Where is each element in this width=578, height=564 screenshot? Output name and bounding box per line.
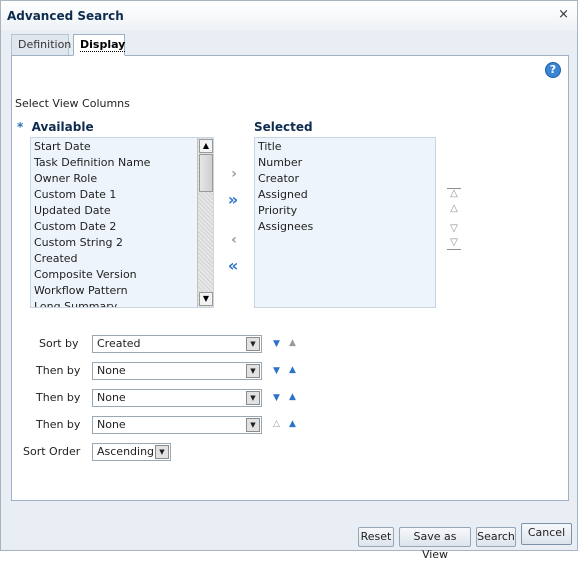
save-as-view-button[interactable]: Save as View [399, 527, 471, 561]
chevron-left-icon[interactable]: ‹ [225, 233, 243, 249]
sort-descending-icon[interactable]: △ [273, 419, 280, 429]
sort-order-value: Ascending [97, 445, 155, 458]
sort-by-select[interactable]: Created ▼ [92, 335, 262, 353]
scroll-thumb[interactable] [199, 154, 213, 192]
list-item[interactable]: Created [31, 251, 213, 267]
chevron-down-icon: ▼ [246, 337, 260, 351]
cancel-button[interactable]: Cancel [521, 523, 572, 545]
list-item[interactable]: Priority [255, 203, 435, 219]
list-item[interactable]: Composite Version [31, 267, 213, 283]
available-list-scrollbar[interactable]: ▲ ▼ [197, 138, 213, 307]
help-icon[interactable]: ? [545, 62, 561, 78]
list-item[interactable]: Title [255, 139, 435, 155]
then-by-value-2: None [97, 391, 126, 404]
advanced-search-dialog: Advanced Search × Definition Display ? S… [0, 0, 578, 561]
move-down-icon[interactable]: ▽ [447, 224, 461, 236]
list-item[interactable]: Assignees [255, 219, 435, 235]
list-item[interactable]: Updated Date [31, 203, 213, 219]
then-by-label-2: Then by [36, 391, 81, 404]
double-chevron-left-icon[interactable]: « [224, 258, 242, 275]
then-by-label-3: Then by [36, 418, 81, 431]
sort-order-label: Sort Order [23, 445, 81, 458]
chevron-down-icon: ▼ [155, 445, 169, 459]
close-icon[interactable]: × [558, 7, 569, 22]
sort-ascending-icon[interactable]: ▲ [289, 338, 296, 348]
chevron-down-icon: ▼ [246, 418, 260, 432]
double-chevron-right-icon[interactable]: » [224, 192, 242, 209]
list-item[interactable]: Number [255, 155, 435, 171]
sort-by-label: Sort by [39, 337, 79, 350]
then-by-select-2[interactable]: None ▼ [92, 389, 262, 407]
tab-display-label: Display [80, 38, 126, 52]
list-item[interactable]: Assigned [255, 187, 435, 203]
move-top-icon[interactable]: △ [447, 188, 461, 200]
move-bottom-icon[interactable]: ▽ [447, 238, 461, 250]
reset-button[interactable]: Reset [358, 527, 394, 547]
then-by-value-1: None [97, 364, 126, 377]
available-header-label: Available [31, 120, 94, 134]
list-item[interactable]: Start Date [31, 139, 213, 155]
search-button[interactable]: Search [476, 527, 516, 547]
list-item[interactable]: Workflow Pattern [31, 283, 213, 299]
sort-descending-icon[interactable]: ▼ [273, 339, 280, 349]
list-item[interactable]: Owner Role [31, 171, 213, 187]
tab-definition[interactable]: Definition [11, 34, 71, 56]
display-panel: ? Select View Columns * Available Select… [11, 55, 569, 501]
sort-ascending-icon[interactable]: ▲ [289, 392, 296, 402]
list-item[interactable]: Long Summary [31, 299, 213, 307]
scroll-down-icon[interactable]: ▼ [199, 292, 213, 306]
selected-columns-list[interactable]: Title Number Creator Assigned Priority Assign… [254, 137, 436, 308]
then-by-value-3: None [97, 418, 126, 431]
list-item[interactable]: Custom String 2 [31, 235, 213, 251]
sort-by-value: Created [97, 337, 141, 350]
then-by-select-1[interactable]: None ▼ [92, 362, 262, 380]
sort-descending-icon[interactable]: ▼ [273, 366, 280, 376]
tab-display[interactable]: Display [73, 34, 126, 56]
chevron-right-icon[interactable]: › [225, 167, 243, 183]
then-by-select-3[interactable]: None ▼ [92, 416, 262, 434]
then-by-label-1: Then by [36, 364, 81, 377]
dialog-titlebar: Advanced Search × [1, 1, 577, 31]
sort-ascending-icon[interactable]: ▲ [289, 365, 296, 375]
chevron-down-icon: ▼ [246, 364, 260, 378]
list-item[interactable]: Task Definition Name [31, 155, 213, 171]
available-columns-list[interactable]: Start Date Task Definition Name Owner Role… [30, 137, 214, 308]
list-item[interactable]: Creator [255, 171, 435, 187]
sort-descending-icon[interactable]: ▼ [273, 393, 280, 403]
list-item[interactable]: Custom Date 2 [31, 219, 213, 235]
sort-order-select[interactable]: Ascending ▼ [92, 443, 171, 461]
dialog-title: Advanced Search [7, 9, 124, 23]
scroll-up-icon[interactable]: ▲ [199, 139, 213, 153]
move-up-icon[interactable]: △ [447, 204, 461, 216]
required-mark: * [17, 120, 24, 134]
available-header: * Available [17, 120, 94, 134]
select-view-columns-label: Select View Columns [15, 97, 130, 110]
list-item[interactable]: Custom Date 1 [31, 187, 213, 203]
sort-ascending-icon[interactable]: ▲ [289, 419, 296, 429]
selected-header: Selected [254, 120, 313, 134]
chevron-down-icon: ▼ [246, 391, 260, 405]
